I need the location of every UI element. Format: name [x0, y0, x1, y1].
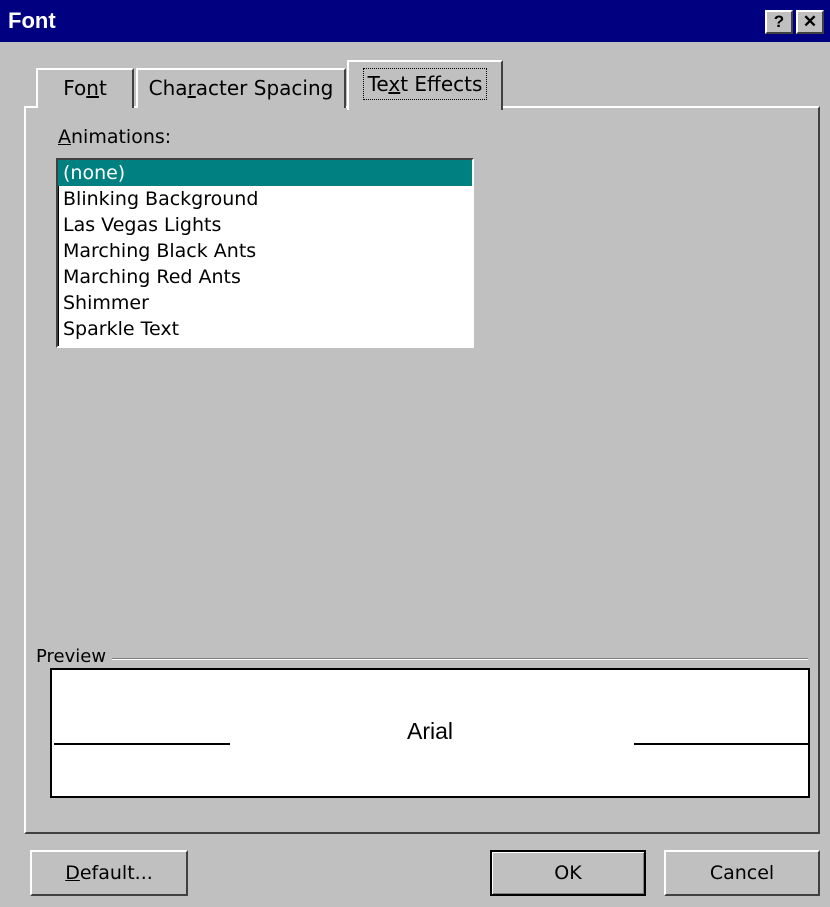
tab-text-effects-label: Text Effects [362, 68, 488, 100]
animations-label: Animations: [58, 126, 172, 148]
preview-sample-text: Arial [406, 718, 453, 744]
tab-character-spacing-label: Character Spacing [148, 76, 334, 100]
tab-font[interactable]: Font [36, 68, 134, 108]
default-button[interactable]: Default... [30, 850, 188, 896]
font-dialog: Font ? ✕ Font Character Spacing Text Eff… [0, 0, 830, 907]
preview-label: Preview [36, 646, 113, 667]
window-title: Font [8, 8, 56, 33]
list-item[interactable]: (none) [58, 160, 472, 186]
preview-box: Arial [50, 668, 810, 798]
tab-font-label: Font [63, 76, 107, 100]
list-item[interactable]: Marching Red Ants [58, 264, 472, 290]
title-bar[interactable]: Font ? ✕ [0, 0, 830, 42]
list-item[interactable]: Las Vegas Lights [58, 212, 472, 238]
preview-rule-right [634, 743, 808, 745]
help-button[interactable]: ? [765, 10, 793, 34]
list-item[interactable]: Sparkle Text [58, 316, 472, 342]
tab-character-spacing[interactable]: Character Spacing [136, 68, 346, 108]
animations-listbox[interactable]: (none) Blinking Background Las Vegas Lig… [56, 158, 474, 348]
default-button-label: Default... [65, 862, 153, 884]
tab-text-effects[interactable]: Text Effects [347, 60, 503, 110]
close-button[interactable]: ✕ [796, 10, 824, 34]
list-item[interactable]: Shimmer [58, 290, 472, 316]
list-item[interactable]: Blinking Background [58, 186, 472, 212]
cancel-button[interactable]: Cancel [664, 850, 820, 896]
ok-button[interactable]: OK [490, 850, 646, 896]
preview-groupbox-line [36, 658, 808, 660]
list-item[interactable]: Marching Black Ants [58, 238, 472, 264]
